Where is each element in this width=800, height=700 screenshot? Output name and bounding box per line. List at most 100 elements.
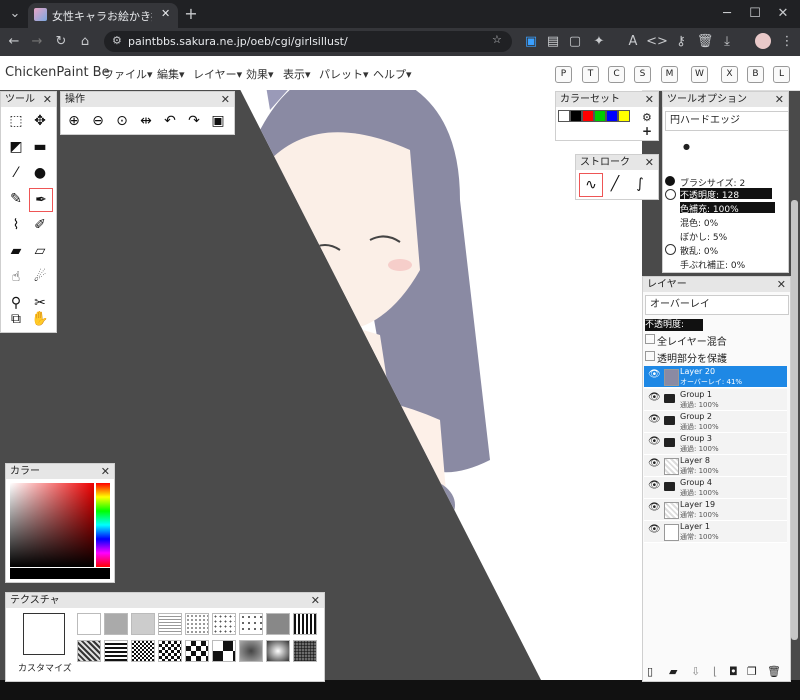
menu-edit[interactable]: 編集▾ — [157, 66, 185, 82]
texture-swatch-dots-2[interactable] — [212, 613, 236, 635]
move-icon[interactable]: ✥ — [29, 110, 51, 132]
download-icon[interactable]: ⤓ — [716, 28, 738, 56]
shortcut-m[interactable]: M — [661, 66, 678, 83]
maximize-icon[interactable]: ☐ — [744, 0, 766, 28]
site-info-icon[interactable]: ⚙ — [112, 34, 122, 47]
home-icon[interactable]: ⌂ — [74, 28, 96, 56]
extension-icon[interactable]: ▣ — [520, 28, 542, 56]
swatch-red[interactable] — [582, 110, 594, 122]
url-field[interactable]: ⚙ paintbbs.sakura.ne.jp/oeb/cgi/girlsill… — [104, 31, 512, 52]
visibility-eye-icon[interactable]: 👁 — [648, 392, 661, 403]
texture-swatch-dots-3[interactable] — [239, 613, 263, 635]
rotate-canvas-icon[interactable]: ⧉ — [5, 308, 27, 330]
tools-panel-header[interactable]: ツール ✕ — [1, 92, 56, 107]
hue-slider[interactable] — [96, 483, 110, 567]
texture-swatch-light[interactable] — [131, 613, 155, 635]
eraser-icon[interactable]: ▰ — [5, 240, 27, 262]
rect-select-icon[interactable]: ⬚ — [5, 110, 27, 132]
tool-options-close-icon[interactable]: ✕ — [775, 92, 784, 107]
texture-swatch-speckle[interactable] — [293, 640, 317, 662]
texture-panel-close-icon[interactable]: ✕ — [311, 593, 320, 608]
texture-swatch-noise[interactable] — [77, 640, 101, 662]
layer-mask-icon[interactable]: ◘ — [729, 665, 738, 678]
layer-opacity-slider[interactable]: 不透明度: 41% — [645, 319, 703, 342]
tab-close-icon[interactable]: ✕ — [161, 7, 170, 20]
visibility-eye-icon[interactable]: 👁 — [648, 369, 661, 380]
visibility-eye-icon[interactable]: 👁 — [648, 414, 661, 425]
scatter-slider[interactable]: 散乱: 0% — [680, 244, 718, 257]
bookmark-star-icon[interactable]: ☆ — [492, 33, 502, 46]
freehand-stroke-icon[interactable]: ∿ — [579, 173, 603, 197]
swatch-blue[interactable] — [606, 110, 618, 122]
tab-search-icon[interactable]: ⌄ — [4, 0, 26, 28]
menu-help[interactable]: ヘルプ▾ — [373, 66, 412, 82]
color-panel-close-icon[interactable]: ✕ — [101, 464, 110, 479]
texture-swatch-grain[interactable] — [239, 640, 263, 662]
smudge-icon[interactable]: ☝ — [5, 266, 27, 288]
pressure-size-toggle[interactable] — [665, 176, 675, 186]
texture-swatch-soft[interactable] — [266, 640, 290, 662]
texture-swatch-lines[interactable] — [158, 613, 182, 635]
pen-icon[interactable]: ✒ — [29, 188, 53, 212]
layer-row[interactable]: 👁 Layer 19 通常: 100% — [644, 499, 787, 521]
blend-mode-select[interactable]: オーバーレイ — [645, 295, 789, 315]
colorset-panel-header[interactable]: カラーセット ✕ — [556, 92, 658, 107]
protect-alpha-checkbox[interactable] — [645, 351, 655, 361]
devtools-icon[interactable]: <> — [646, 28, 668, 56]
layers-panel-header[interactable]: レイヤー ✕ — [643, 277, 790, 292]
texture-customize-label[interactable]: カスタマイズ — [18, 661, 72, 674]
blender-icon[interactable]: ☄ — [29, 266, 51, 288]
visibility-eye-icon[interactable]: 👁 — [648, 480, 661, 491]
soft-eraser-icon[interactable]: ▱ — [29, 240, 51, 262]
zoom-100-icon[interactable]: ⊙ — [111, 110, 133, 132]
colorset-add-icon[interactable]: + — [642, 124, 652, 138]
line-stroke-icon[interactable]: ╱ — [604, 173, 626, 195]
eyedropper-icon[interactable]: ⁄ — [5, 162, 27, 184]
shortcut-l[interactable]: L — [773, 66, 790, 83]
visibility-eye-icon[interactable]: 👁 — [648, 436, 661, 447]
operations-panel-close-icon[interactable]: ✕ — [221, 92, 230, 107]
layer-row[interactable]: 👁 Group 2 通過: 100% — [644, 411, 787, 433]
texture-swatch-blank[interactable] — [77, 613, 101, 635]
browser-tab[interactable]: 女性キャラお絵かき掲示板 - Petit ✕ — [28, 3, 178, 28]
shortcut-p[interactable]: P — [555, 66, 572, 83]
save-icon[interactable]: ▣ — [207, 110, 229, 132]
texture-swatch-checker-fine[interactable] — [131, 640, 155, 662]
visibility-eye-icon[interactable]: 👁 — [648, 524, 661, 535]
texture-swatch-vstripes[interactable] — [293, 613, 317, 635]
shortcut-t[interactable]: T — [582, 66, 599, 83]
menu-layer[interactable]: レイヤー▾ — [193, 66, 242, 82]
texture-swatch-checker[interactable] — [158, 640, 182, 662]
menu-effects[interactable]: 効果▾ — [246, 66, 274, 82]
layers-panel-close-icon[interactable]: ✕ — [777, 277, 786, 292]
layer-row[interactable]: 👁 Group 1 通過: 100% — [644, 389, 787, 411]
gradient-icon[interactable]: ▬ — [29, 136, 51, 158]
texture-swatch-gray[interactable] — [104, 613, 128, 635]
layer-row[interactable]: 👁 Group 4 通過: 100% — [644, 477, 787, 499]
minimize-icon[interactable]: ─ — [716, 0, 738, 28]
layer-row[interactable]: 👁 Layer 1 通常: 100% — [644, 521, 787, 543]
blur-slider[interactable]: ぼかし: 5% — [680, 230, 727, 243]
reload-icon[interactable]: ↻ — [50, 28, 72, 56]
menu-palettes[interactable]: パレット▾ — [319, 66, 369, 82]
chrome-menu-icon[interactable]: ⋮ — [776, 28, 798, 56]
clipboard-icon[interactable]: ▢ — [564, 28, 586, 56]
colorset-panel-close-icon[interactable]: ✕ — [645, 92, 654, 107]
new-layer-icon[interactable]: ▯ — [647, 665, 653, 678]
water-drop-icon[interactable]: ● — [29, 162, 51, 184]
smoothing-slider[interactable]: 手ぶれ補正: 0% — [680, 258, 745, 271]
shortcut-s[interactable]: S — [634, 66, 651, 83]
translate-icon[interactable]: A — [622, 28, 644, 56]
layer-row[interactable]: 👁 Layer 8 通常: 100% — [644, 455, 787, 477]
swatch-yellow[interactable] — [618, 110, 630, 122]
menu-file[interactable]: ファイル▾ — [103, 66, 153, 82]
pencil-icon[interactable]: ✎ — [5, 188, 27, 210]
texture-swatch-checker-2[interactable] — [185, 640, 209, 662]
shortcut-b[interactable]: B — [747, 66, 764, 83]
texture-swatch-checker-big[interactable] — [212, 640, 236, 662]
pressure-scatter-toggle[interactable] — [665, 244, 676, 255]
profile-avatar[interactable] — [755, 33, 771, 49]
page-scrollbar[interactable] — [791, 200, 798, 640]
texture-swatch-dark[interactable] — [266, 613, 290, 635]
flip-horizontal-icon[interactable]: ⇹ — [135, 110, 157, 132]
